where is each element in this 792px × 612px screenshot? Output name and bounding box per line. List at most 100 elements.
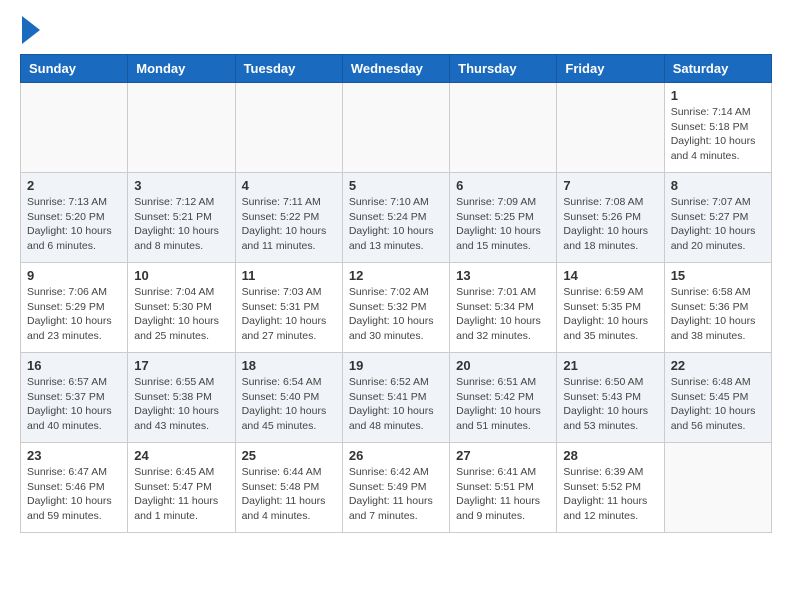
day-info: Sunrise: 7:07 AM Sunset: 5:27 PM Dayligh… [671, 195, 765, 254]
weekday-header-saturday: Saturday [664, 55, 771, 83]
day-number: 27 [456, 448, 550, 463]
day-number: 14 [563, 268, 657, 283]
calendar-header-row: SundayMondayTuesdayWednesdayThursdayFrid… [21, 55, 772, 83]
day-number: 22 [671, 358, 765, 373]
calendar-cell: 14 Sunrise: 6:59 AM Sunset: 5:35 PM Dayli… [557, 263, 664, 353]
day-number: 9 [27, 268, 121, 283]
day-number: 24 [134, 448, 228, 463]
calendar-cell: 20 Sunrise: 6:51 AM Sunset: 5:42 PM Dayli… [450, 353, 557, 443]
calendar-cell: 3 Sunrise: 7:12 AM Sunset: 5:21 PM Daylig… [128, 173, 235, 263]
calendar-cell: 19 Sunrise: 6:52 AM Sunset: 5:41 PM Dayli… [342, 353, 449, 443]
day-number: 20 [456, 358, 550, 373]
calendar-cell: 13 Sunrise: 7:01 AM Sunset: 5:34 PM Dayli… [450, 263, 557, 353]
day-number: 23 [27, 448, 121, 463]
day-number: 28 [563, 448, 657, 463]
day-number: 21 [563, 358, 657, 373]
day-info: Sunrise: 6:59 AM Sunset: 5:35 PM Dayligh… [563, 285, 657, 344]
day-info: Sunrise: 7:12 AM Sunset: 5:21 PM Dayligh… [134, 195, 228, 254]
calendar-week-row: 9 Sunrise: 7:06 AM Sunset: 5:29 PM Daylig… [21, 263, 772, 353]
day-info: Sunrise: 7:01 AM Sunset: 5:34 PM Dayligh… [456, 285, 550, 344]
calendar-cell: 28 Sunrise: 6:39 AM Sunset: 5:52 PM Dayli… [557, 443, 664, 533]
weekday-header-monday: Monday [128, 55, 235, 83]
calendar-cell [557, 83, 664, 173]
calendar-cell: 1Sunrise: 7:14 AM Sunset: 5:18 PM Daylig… [664, 83, 771, 173]
day-info: Sunrise: 6:45 AM Sunset: 5:47 PM Dayligh… [134, 465, 228, 524]
calendar-cell: 17 Sunrise: 6:55 AM Sunset: 5:38 PM Dayli… [128, 353, 235, 443]
day-number: 17 [134, 358, 228, 373]
calendar-cell [21, 83, 128, 173]
day-number: 6 [456, 178, 550, 193]
calendar-cell: 25Sunrise: 6:44 AM Sunset: 5:48 PM Dayli… [235, 443, 342, 533]
day-info: Sunrise: 6:51 AM Sunset: 5:42 PM Dayligh… [456, 375, 550, 434]
calendar-cell: 26 Sunrise: 6:42 AM Sunset: 5:49 PM Dayli… [342, 443, 449, 533]
day-info: Sunrise: 6:57 AM Sunset: 5:37 PM Dayligh… [27, 375, 121, 434]
calendar-week-row: 16 Sunrise: 6:57 AM Sunset: 5:37 PM Dayli… [21, 353, 772, 443]
logo-arrow-icon [22, 16, 40, 44]
day-info: Sunrise: 7:14 AM Sunset: 5:18 PM Dayligh… [671, 105, 765, 164]
weekday-header-thursday: Thursday [450, 55, 557, 83]
day-info: Sunrise: 7:08 AM Sunset: 5:26 PM Dayligh… [563, 195, 657, 254]
calendar-cell: 9 Sunrise: 7:06 AM Sunset: 5:29 PM Daylig… [21, 263, 128, 353]
calendar-cell [128, 83, 235, 173]
day-number: 25 [242, 448, 336, 463]
day-info: Sunrise: 6:42 AM Sunset: 5:49 PM Dayligh… [349, 465, 443, 524]
calendar-table: SundayMondayTuesdayWednesdayThursdayFrid… [20, 54, 772, 533]
day-number: 13 [456, 268, 550, 283]
weekday-header-tuesday: Tuesday [235, 55, 342, 83]
calendar-cell: 5 Sunrise: 7:10 AM Sunset: 5:24 PM Daylig… [342, 173, 449, 263]
calendar-cell: 27 Sunrise: 6:41 AM Sunset: 5:51 PM Dayli… [450, 443, 557, 533]
day-number: 26 [349, 448, 443, 463]
calendar-week-row: 23 Sunrise: 6:47 AM Sunset: 5:46 PM Dayli… [21, 443, 772, 533]
day-info: Sunrise: 6:54 AM Sunset: 5:40 PM Dayligh… [242, 375, 336, 434]
calendar-cell: 23 Sunrise: 6:47 AM Sunset: 5:46 PM Dayli… [21, 443, 128, 533]
weekday-header-sunday: Sunday [21, 55, 128, 83]
calendar-cell: 15 Sunrise: 6:58 AM Sunset: 5:36 PM Dayli… [664, 263, 771, 353]
day-number: 3 [134, 178, 228, 193]
calendar-cell: 22 Sunrise: 6:48 AM Sunset: 5:45 PM Dayli… [664, 353, 771, 443]
calendar-cell: 2 Sunrise: 7:13 AM Sunset: 5:20 PM Daylig… [21, 173, 128, 263]
calendar-cell: 10Sunrise: 7:04 AM Sunset: 5:30 PM Dayli… [128, 263, 235, 353]
page-header [20, 20, 772, 44]
day-info: Sunrise: 7:04 AM Sunset: 5:30 PM Dayligh… [134, 285, 228, 344]
day-number: 8 [671, 178, 765, 193]
calendar-week-row: 1Sunrise: 7:14 AM Sunset: 5:18 PM Daylig… [21, 83, 772, 173]
calendar-cell: 21 Sunrise: 6:50 AM Sunset: 5:43 PM Dayli… [557, 353, 664, 443]
day-number: 11 [242, 268, 336, 283]
weekday-header-wednesday: Wednesday [342, 55, 449, 83]
calendar-cell [664, 443, 771, 533]
calendar-week-row: 2 Sunrise: 7:13 AM Sunset: 5:20 PM Daylig… [21, 173, 772, 263]
day-number: 15 [671, 268, 765, 283]
day-info: Sunrise: 6:39 AM Sunset: 5:52 PM Dayligh… [563, 465, 657, 524]
day-info: Sunrise: 6:47 AM Sunset: 5:46 PM Dayligh… [27, 465, 121, 524]
day-info: Sunrise: 7:06 AM Sunset: 5:29 PM Dayligh… [27, 285, 121, 344]
day-info: Sunrise: 6:58 AM Sunset: 5:36 PM Dayligh… [671, 285, 765, 344]
day-info: Sunrise: 6:48 AM Sunset: 5:45 PM Dayligh… [671, 375, 765, 434]
calendar-cell [235, 83, 342, 173]
day-number: 18 [242, 358, 336, 373]
calendar-cell: 11 Sunrise: 7:03 AM Sunset: 5:31 PM Dayli… [235, 263, 342, 353]
calendar-cell: 24 Sunrise: 6:45 AM Sunset: 5:47 PM Dayli… [128, 443, 235, 533]
day-number: 2 [27, 178, 121, 193]
day-info: Sunrise: 6:50 AM Sunset: 5:43 PM Dayligh… [563, 375, 657, 434]
calendar-cell: 12Sunrise: 7:02 AM Sunset: 5:32 PM Dayli… [342, 263, 449, 353]
day-number: 4 [242, 178, 336, 193]
calendar-cell: 18 Sunrise: 6:54 AM Sunset: 5:40 PM Dayli… [235, 353, 342, 443]
day-info: Sunrise: 6:55 AM Sunset: 5:38 PM Dayligh… [134, 375, 228, 434]
day-number: 16 [27, 358, 121, 373]
day-info: Sunrise: 7:03 AM Sunset: 5:31 PM Dayligh… [242, 285, 336, 344]
day-info: Sunrise: 6:41 AM Sunset: 5:51 PM Dayligh… [456, 465, 550, 524]
day-info: Sunrise: 7:13 AM Sunset: 5:20 PM Dayligh… [27, 195, 121, 254]
calendar-cell: 4 Sunrise: 7:11 AM Sunset: 5:22 PM Daylig… [235, 173, 342, 263]
day-info: Sunrise: 7:11 AM Sunset: 5:22 PM Dayligh… [242, 195, 336, 254]
calendar-cell: 8 Sunrise: 7:07 AM Sunset: 5:27 PM Daylig… [664, 173, 771, 263]
calendar-cell: 16 Sunrise: 6:57 AM Sunset: 5:37 PM Dayli… [21, 353, 128, 443]
day-info: Sunrise: 7:10 AM Sunset: 5:24 PM Dayligh… [349, 195, 443, 254]
day-number: 5 [349, 178, 443, 193]
calendar-cell: 7 Sunrise: 7:08 AM Sunset: 5:26 PM Daylig… [557, 173, 664, 263]
calendar-cell [450, 83, 557, 173]
weekday-header-friday: Friday [557, 55, 664, 83]
day-info: Sunrise: 6:52 AM Sunset: 5:41 PM Dayligh… [349, 375, 443, 434]
day-number: 19 [349, 358, 443, 373]
day-info: Sunrise: 7:02 AM Sunset: 5:32 PM Dayligh… [349, 285, 443, 344]
day-number: 7 [563, 178, 657, 193]
